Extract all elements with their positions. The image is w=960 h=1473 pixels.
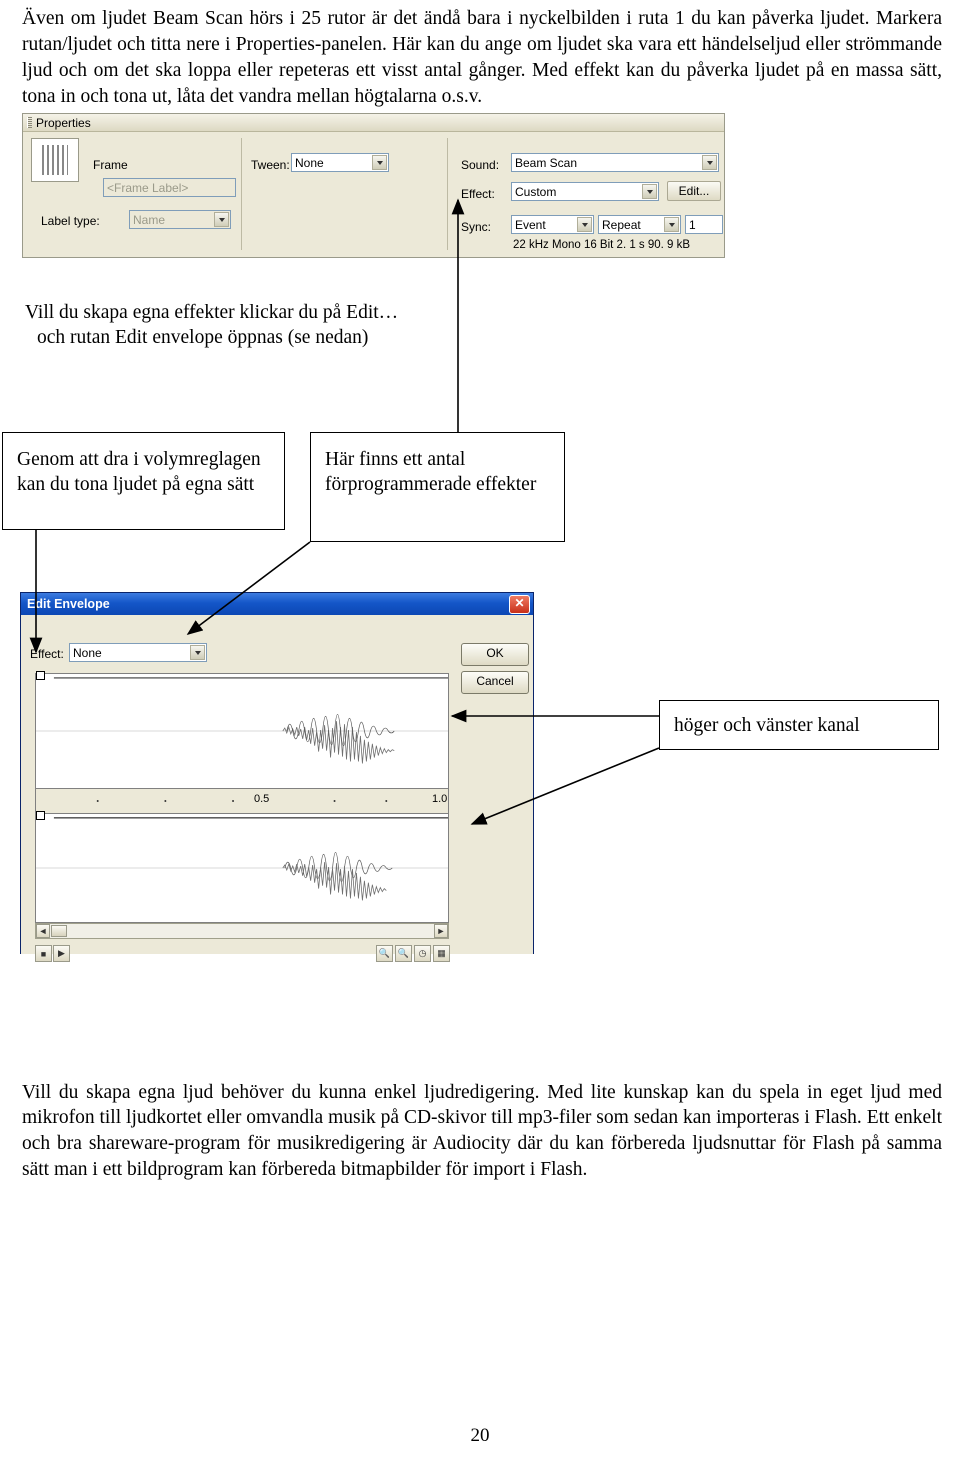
edit-button[interactable]: Edit... bbox=[667, 181, 721, 201]
envelope-effect-label: Effect: bbox=[30, 647, 64, 661]
intro-paragraph-block: Även om ljudet Beam Scan hörs i 25 rutor… bbox=[22, 6, 942, 110]
presets-annotation-text: Här finns ett antal förprogrammerade eff… bbox=[325, 449, 537, 496]
sync-label: Sync: bbox=[461, 220, 492, 234]
intro-paragraph: Även om ljudet Beam Scan hörs i 25 rutor… bbox=[22, 8, 942, 107]
frames-icon[interactable]: ▦ bbox=[433, 945, 450, 962]
time-ruler-svg bbox=[96, 800, 388, 802]
effect-combo[interactable]: Custom bbox=[511, 182, 659, 201]
sync-combo[interactable]: Event bbox=[511, 215, 594, 234]
frame-thumbnail bbox=[31, 138, 79, 182]
chevron-down-icon bbox=[214, 212, 229, 227]
left-channel-waveform-svg bbox=[36, 677, 448, 764]
envelope-effect-combo[interactable]: None bbox=[69, 643, 207, 662]
repeat-value: Repeat bbox=[602, 218, 641, 232]
right-channel-waveform[interactable] bbox=[35, 813, 449, 923]
volume-annotation-text: Genom att dra i volymreglagen kan du ton… bbox=[17, 449, 261, 496]
panel-divider-1 bbox=[241, 138, 242, 250]
seconds-icon[interactable]: ◷ bbox=[414, 945, 431, 962]
frame-label-field[interactable]: <Frame Label> bbox=[103, 178, 236, 197]
label-type-label: Label type: bbox=[41, 214, 100, 228]
closing-paragraph-block: Vill du skapa egna ljud behöver du kunna… bbox=[22, 1060, 942, 1203]
chevron-down-icon bbox=[642, 184, 657, 199]
edit-note-line1: Vill du skapa egna effekter klickar du p… bbox=[25, 302, 399, 323]
effect-label: Effect: bbox=[461, 187, 495, 201]
edit-envelope-title: Edit Envelope bbox=[27, 597, 110, 611]
chevron-down-icon bbox=[190, 645, 205, 660]
tween-value: None bbox=[295, 156, 324, 170]
properties-panel-screenshot: Properties Frame <Frame Label> Label typ… bbox=[22, 113, 725, 258]
envelope-handle-right[interactable] bbox=[36, 811, 45, 820]
properties-panel-title: Properties bbox=[36, 115, 91, 130]
repeat-count-field[interactable]: 1 bbox=[685, 215, 723, 234]
left-channel-waveform[interactable] bbox=[35, 673, 449, 789]
chevron-down-icon bbox=[577, 217, 592, 232]
closing-paragraph: Vill du skapa egna ljud behöver du kunna… bbox=[22, 1081, 942, 1181]
edit-note-annotation: Vill du skapa egna effekter klickar du p… bbox=[25, 300, 545, 351]
waveform-thumb-icon bbox=[42, 145, 68, 175]
horizontal-scrollbar[interactable]: ◄ ► bbox=[35, 923, 449, 939]
chevron-down-icon bbox=[702, 155, 717, 170]
presets-annotation-box: Här finns ett antal förprogrammerade eff… bbox=[310, 432, 565, 542]
envelope-handle-left[interactable] bbox=[36, 671, 45, 680]
sound-label: Sound: bbox=[461, 158, 500, 172]
tween-combo[interactable]: None bbox=[291, 153, 389, 172]
play-icon[interactable]: ▶ bbox=[53, 945, 70, 962]
ruler-mid-label: 0.5 bbox=[254, 793, 270, 805]
close-icon[interactable]: ✕ bbox=[509, 594, 530, 614]
edit-envelope-titlebar: Edit Envelope ✕ bbox=[21, 593, 533, 615]
channels-annotation-box: höger och vänster kanal bbox=[659, 700, 939, 750]
tween-label: Tween: bbox=[251, 158, 290, 172]
volume-annotation-box: Genom att dra i volymreglagen kan du ton… bbox=[2, 432, 285, 530]
ruler-right-label: 1.0 bbox=[432, 793, 448, 805]
zoom-in-icon[interactable]: 🔍 bbox=[376, 945, 393, 962]
stop-icon[interactable]: ■ bbox=[35, 945, 52, 962]
sync-value: Event bbox=[515, 218, 546, 232]
scroll-right-icon[interactable]: ► bbox=[434, 924, 448, 938]
right-channel-waveform-svg bbox=[36, 817, 448, 901]
sound-combo[interactable]: Beam Scan bbox=[511, 153, 719, 172]
page-number: 20 bbox=[470, 1425, 490, 1446]
properties-titlebar: Properties bbox=[23, 114, 724, 132]
panel-divider-2 bbox=[447, 138, 448, 250]
scroll-left-icon[interactable]: ◄ bbox=[36, 924, 50, 938]
zoom-out-icon[interactable]: 🔍 bbox=[395, 945, 412, 962]
scrollbar-thumb[interactable] bbox=[51, 925, 67, 937]
effect-value: Custom bbox=[515, 185, 557, 199]
chevron-down-icon bbox=[372, 155, 387, 170]
envelope-effect-value: None bbox=[73, 646, 102, 660]
repeat-combo[interactable]: Repeat bbox=[598, 215, 681, 234]
label-type-combo[interactable]: Name bbox=[129, 210, 231, 229]
cancel-button[interactable]: Cancel bbox=[461, 671, 529, 694]
audio-info-text: 22 kHz Mono 16 Bit 2. 1 s 90. 9 kB bbox=[513, 239, 691, 251]
channels-annotation-text: höger och vänster kanal bbox=[674, 715, 860, 736]
frame-label: Frame bbox=[93, 158, 128, 172]
chevron-down-icon bbox=[664, 217, 679, 232]
label-type-value: Name bbox=[133, 213, 166, 227]
sound-value: Beam Scan bbox=[515, 156, 578, 170]
edit-envelope-dialog: Edit Envelope ✕ Effect: None OK Cancel 0… bbox=[20, 592, 534, 962]
edit-note-line2: och rutan Edit envelope öppnas (se nedan… bbox=[37, 327, 369, 349]
time-ruler[interactable]: 0.5 1.0 bbox=[35, 789, 449, 813]
ok-button[interactable]: OK bbox=[461, 643, 529, 666]
edit-envelope-body: Effect: None OK Cancel 0.5 1.0 ◄ ► ■ ▶ 🔍… bbox=[21, 615, 533, 962]
properties-panel-body: Frame <Frame Label> Label type: Name Twe… bbox=[23, 132, 724, 259]
document-page: Även om ljudet Beam Scan hörs i 25 rutor… bbox=[0, 0, 960, 1473]
panel-grip-icon bbox=[27, 117, 32, 128]
